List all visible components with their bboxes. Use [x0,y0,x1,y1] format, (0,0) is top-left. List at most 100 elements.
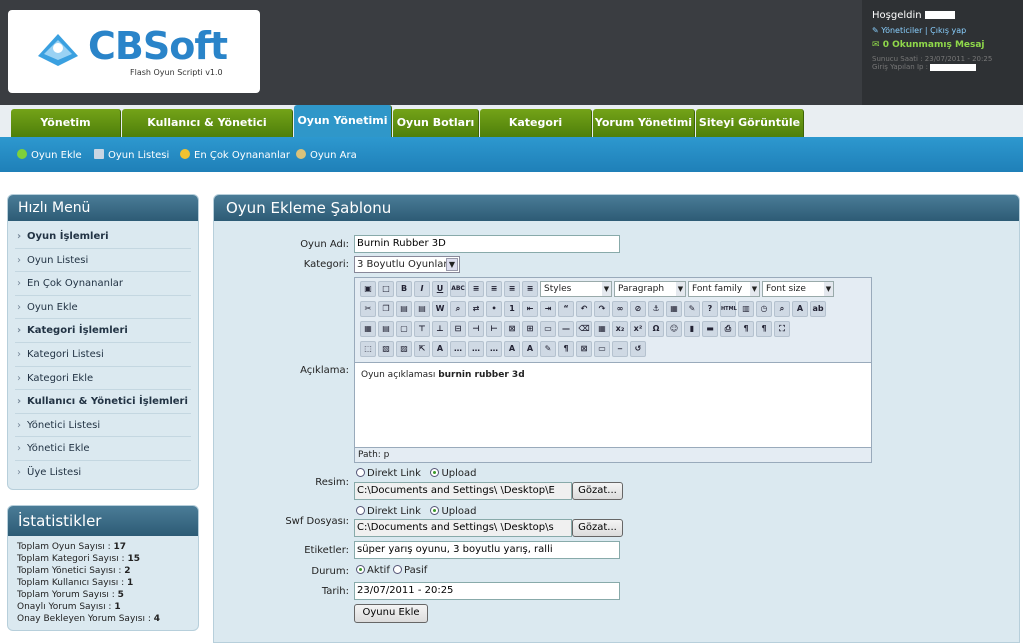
restore-draft-icon[interactable]: ↺ [630,341,646,357]
menu-oyun-islemleri[interactable]: Oyun İşlemleri [15,225,191,249]
delete-row-icon[interactable]: ⊟ [450,321,466,337]
insert-layer-icon[interactable]: ⬚ [360,341,376,357]
ltr-icon[interactable]: ¶ [738,321,754,337]
insert-col-before-icon[interactable]: ⊣ [468,321,484,337]
outdent-icon[interactable]: ⇤ [522,301,538,317]
swf-upload-radio[interactable] [430,506,440,515]
emoticon-icon[interactable]: ☺ [666,321,682,337]
tab-oyun-botlari[interactable]: Oyun Botları [393,109,479,137]
horizontal-rule-icon[interactable]: — [558,321,574,337]
copy-icon[interactable]: ❐ [378,301,394,317]
subnav-oyun-ara[interactable]: Oyun Ara [296,149,357,161]
paste-text-icon[interactable]: ▤ [414,301,430,317]
menu-en-cok-oynananlar[interactable]: En Çok Oynananlar [15,272,191,296]
tab-yorum-yonetimi[interactable]: Yorum Yönetimi [593,109,695,137]
menu-kullanici-yonetici-islemleri[interactable]: Kullanıcı & Yönetici İşlemleri [15,390,191,414]
del-icon[interactable]: A [504,341,520,357]
admin-links[interactable]: ✎ Yöneticiler | Çıkış yap [872,26,1013,35]
menu-yonetici-ekle[interactable]: Yönetici Ekle [15,437,191,461]
cell-props-icon[interactable]: ▢ [396,321,412,337]
align-left-icon[interactable]: ≡ [468,281,484,297]
game-name-input[interactable]: Burnin Rubber 3D [354,235,620,253]
tab-yonetim-anasayfa[interactable]: Yönetim Anasayfa [11,109,121,157]
category-select[interactable]: 3 Boyutlu Oyunlar ▼ [354,256,460,273]
tab-oyun-yonetimi[interactable]: Oyun Yönetimi [294,105,392,137]
numbered-list-icon[interactable]: 1 [504,301,520,317]
paste-icon[interactable]: ▤ [396,301,412,317]
swf-browse-button[interactable]: Gözat... [572,519,623,537]
move-forward-icon[interactable]: ▧ [378,341,394,357]
ins-icon[interactable]: A [522,341,538,357]
insert-col-after-icon[interactable]: ⊢ [486,321,502,337]
image-direct-radio[interactable] [356,468,365,477]
underline-icon[interactable]: U [432,281,448,297]
abbr-icon[interactable]: … [468,341,484,357]
status-active-radio[interactable] [356,565,365,574]
replace-icon[interactable]: ⇄ [468,301,484,317]
split-cells-icon[interactable]: ⊞ [522,321,538,337]
advanced-hr-icon[interactable]: ▬ [702,321,718,337]
menu-oyun-ekle[interactable]: Oyun Ekle [15,296,191,320]
subnav-en-cok-oynananlar[interactable]: En Çok Oynananlar [180,149,290,161]
media-icon[interactable]: ▮ [684,321,700,337]
subnav-oyun-ekle[interactable]: Oyun Ekle [17,149,82,161]
insert-row-before-icon[interactable]: ⊤ [414,321,430,337]
unread-messages[interactable]: ✉ 0 Okunmamış Mesaj [872,40,1013,50]
superscript-icon[interactable]: x² [630,321,646,337]
swf-file-input[interactable]: C:\Documents and Settings\ \Desktop\s [354,519,572,537]
menu-kategori-islemleri[interactable]: Kategori İşlemleri [15,319,191,343]
style-props-icon[interactable]: A [432,341,448,357]
align-right-icon[interactable]: ≡ [504,281,520,297]
rtl-icon[interactable]: ¶ [756,321,772,337]
preview-icon[interactable]: ⌕ [774,301,790,317]
italic-icon[interactable]: I [414,281,430,297]
menu-kategori-listesi[interactable]: Kategori Listesi [15,343,191,367]
image-file-input[interactable]: C:\Documents and Settings\ \Desktop\E [354,482,572,500]
chevron-down-icon[interactable]: ▼ [446,258,458,271]
visual-chars-icon[interactable]: ¶ [558,341,574,357]
remove-format-icon[interactable]: ⌫ [576,321,592,337]
font-color-icon[interactable]: A [792,301,808,317]
logo[interactable]: CBSoft Flash Oyun Scripti v1.0 [8,10,260,93]
date-input[interactable]: 23/07/2011 - 20:25 [354,582,620,600]
status-passive-radio[interactable] [393,565,403,574]
print-icon[interactable]: ⎙ [720,321,736,337]
cleanup-icon[interactable]: ✎ [684,301,700,317]
font-size-select[interactable]: Font size ▼ [762,281,834,297]
editor-content[interactable]: Oyun açıklaması burnin rubber 3d [355,362,871,448]
non-breaking-icon[interactable]: ⊠ [576,341,592,357]
tab-kategori-yonetimi[interactable]: Kategori Yönetimi [480,109,592,157]
menu-yonetici-listesi[interactable]: Yönetici Listesi [15,414,191,438]
undo-icon[interactable]: ↶ [576,301,592,317]
html-icon[interactable]: HTML [720,301,737,317]
insert-date-icon[interactable]: ▥ [738,301,754,317]
indent-icon[interactable]: ⇥ [540,301,556,317]
subnav-oyun-listesi[interactable]: Oyun Listesi [94,149,169,161]
insert-row-after-icon[interactable]: ⊥ [432,321,448,337]
anchor-icon[interactable]: ⚓ [648,301,664,317]
template-icon[interactable]: ▭ [594,341,610,357]
swf-direct-radio[interactable] [356,506,365,515]
find-icon[interactable]: ⌕ [450,301,466,317]
add-game-button[interactable]: Oyunu Ekle [354,604,428,623]
save-icon[interactable]: ▣ [360,281,376,297]
tab-siteyi-goruntule[interactable]: Siteyi Görüntüle [696,109,804,137]
paragraph-select[interactable]: Paragraph ▼ [614,281,686,297]
merge-cells-icon[interactable]: ▭ [540,321,556,337]
align-center-icon[interactable]: ≡ [486,281,502,297]
tags-input[interactable]: süper yarış oyunu, 3 boyutlu yarış, rall… [354,541,620,559]
bullet-list-icon[interactable]: • [486,301,502,317]
help-icon[interactable]: ? [702,301,718,317]
menu-oyun-listesi[interactable]: Oyun Listesi [15,249,191,273]
subscript-icon[interactable]: x₂ [612,321,628,337]
visual-aid-icon[interactable]: ▦ [594,321,610,337]
image-browse-button[interactable]: Gözat... [572,482,623,500]
table-icon[interactable]: ▦ [360,321,376,337]
delete-col-icon[interactable]: ⊠ [504,321,520,337]
tab-kullanici-yonetici[interactable]: Kullanıcı & Yönetici Yönetimi [122,109,293,157]
cut-icon[interactable]: ✂ [360,301,376,317]
image-icon[interactable]: ▦ [666,301,682,317]
font-family-select[interactable]: Font family ▼ [688,281,760,297]
special-char-icon[interactable]: Ω [648,321,664,337]
paste-word-icon[interactable]: W [432,301,448,317]
